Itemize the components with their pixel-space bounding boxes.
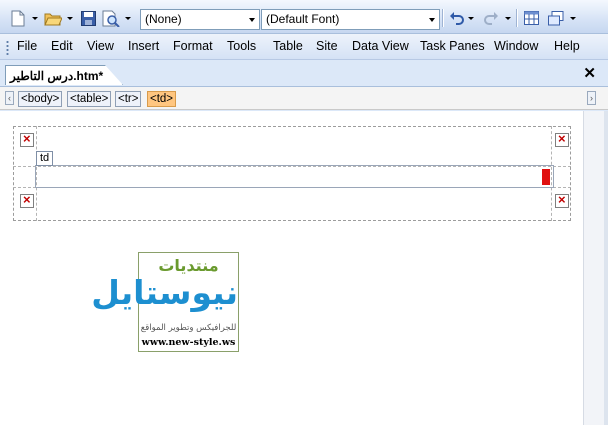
layers-icon[interactable] <box>547 9 565 27</box>
cell-resize-handle[interactable] <box>542 169 550 185</box>
tag-tr[interactable]: <tr> <box>115 91 142 107</box>
tag-table[interactable]: <table> <box>67 91 112 107</box>
redo-icon[interactable] <box>482 9 500 27</box>
logo-url-text: www.new-style.ws <box>141 337 236 348</box>
standard-toolbar: (None) (Default Font) <box>0 0 608 34</box>
save-icon[interactable] <box>79 9 97 27</box>
menu-grip-icon[interactable] <box>6 40 9 56</box>
preview-icon[interactable] <box>101 9 121 27</box>
toolbar-separator <box>516 9 517 27</box>
menu-tools[interactable]: Tools <box>227 39 256 53</box>
menu-view[interactable]: View <box>87 39 114 53</box>
new-page-dropdown-icon[interactable] <box>32 17 38 20</box>
insert-table-icon[interactable] <box>522 9 540 27</box>
chevron-down-icon[interactable] <box>244 10 259 29</box>
open-dropdown-icon[interactable] <box>67 17 73 20</box>
menu-table[interactable]: Table <box>273 39 303 53</box>
broken-image-icon[interactable] <box>20 131 34 147</box>
menu-edit[interactable]: Edit <box>51 39 73 53</box>
broken-image-icon[interactable] <box>20 192 34 208</box>
logo-sub-text: للجرافيكس وتطوير المواقع <box>140 323 237 333</box>
vertical-scrollbar[interactable] <box>583 111 608 425</box>
style-select[interactable]: (None) <box>140 9 260 30</box>
tag-scroll-left-icon[interactable]: ‹ <box>5 91 14 105</box>
menu-help[interactable]: Help <box>554 39 580 53</box>
app-window: (None) (Default Font) File Edit View Ins… <box>0 0 608 425</box>
menu-bar: File Edit View Insert Format Tools Table… <box>0 34 608 60</box>
broken-image-icon[interactable] <box>555 192 569 208</box>
quick-tag-selector: ‹ <body> <table> <tr> <td> › <box>0 86 608 110</box>
toolbar-separator <box>442 9 443 27</box>
menu-insert[interactable]: Insert <box>128 39 159 53</box>
logo-main-text: نيوستايل <box>91 273 238 312</box>
menu-format[interactable]: Format <box>173 39 213 53</box>
open-folder-icon[interactable] <box>43 9 63 27</box>
new-page-icon[interactable] <box>10 9 26 27</box>
menu-window[interactable]: Window <box>494 39 538 53</box>
layers-dropdown-icon[interactable] <box>570 17 576 20</box>
forum-logo-image[interactable]: منتديات نيوستايل للجرافيكس وتطوير المواق… <box>91 252 239 352</box>
undo-dropdown-icon[interactable] <box>468 17 474 20</box>
menu-data-view[interactable]: Data View <box>352 39 409 53</box>
close-icon[interactable]: ✕ <box>583 66 596 81</box>
menu-file[interactable]: File <box>17 39 37 53</box>
document-tab-title: درس التاطير.htm* <box>10 69 104 83</box>
font-select[interactable]: (Default Font) <box>261 9 440 30</box>
chevron-down-icon[interactable] <box>424 10 439 29</box>
cell-tag-label: td <box>36 151 54 166</box>
tag-td[interactable]: <td> <box>147 91 177 107</box>
selected-table-cell[interactable] <box>35 165 554 188</box>
tag-body[interactable]: <body> <box>18 91 63 107</box>
redo-dropdown-icon[interactable] <box>505 17 511 20</box>
menu-site[interactable]: Site <box>316 39 338 53</box>
undo-icon[interactable] <box>448 9 466 27</box>
broken-image-icon[interactable] <box>555 131 569 147</box>
menu-task-panes[interactable]: Task Panes <box>420 39 485 53</box>
tag-scroll-right-icon[interactable]: › <box>587 91 596 105</box>
font-select-value: (Default Font) <box>266 12 340 26</box>
document-tab[interactable]: درس التاطير.htm* <box>5 65 123 85</box>
style-select-value: (None) <box>145 12 182 26</box>
preview-dropdown-icon[interactable] <box>125 17 131 20</box>
